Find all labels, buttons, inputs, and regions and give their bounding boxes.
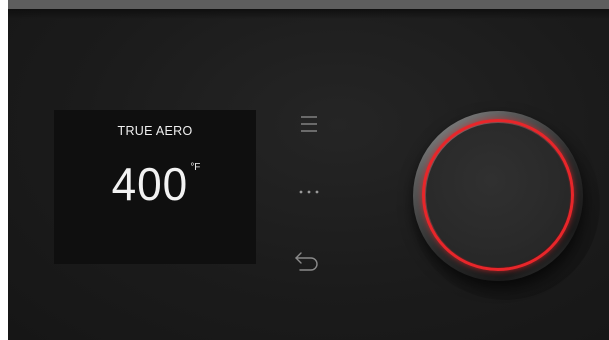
back-arrow-icon (295, 252, 318, 271)
more-options-icon (299, 190, 319, 194)
knob-face[interactable] (426, 123, 570, 267)
cooking-mode-label: TRUE AERO (117, 124, 193, 138)
oven-display[interactable]: TRUE AERO 400 °F (54, 110, 256, 264)
top-trim (8, 0, 609, 9)
menu-button[interactable] (292, 109, 326, 139)
appliance-frame: TRUE AERO 400 °F (0, 0, 609, 340)
panel-edge-shadow (8, 9, 609, 19)
temperature-readout: 400 °F (54, 158, 256, 210)
temperature-unit: °F (190, 162, 201, 173)
temperature-value: 400 (111, 158, 188, 210)
back-button[interactable] (290, 246, 324, 276)
menu-icon (301, 116, 317, 132)
more-options-button[interactable] (292, 177, 326, 207)
